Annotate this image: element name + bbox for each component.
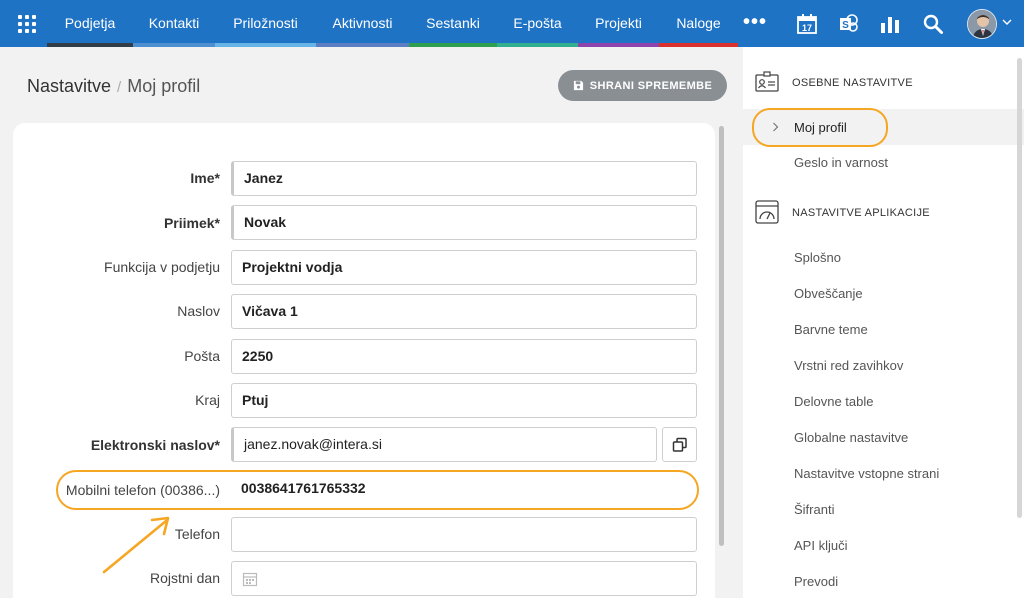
nav-tab-podjetja[interactable]: Podjetja [47, 0, 133, 47]
save-button-label: SHRANI SPREMEMBE [589, 79, 713, 92]
nav-tab-color-bar [409, 43, 497, 47]
breadcrumb-separator: / [117, 79, 122, 96]
sidebar-item-general[interactable]: Splošno [794, 250, 841, 265]
copy-icon [672, 437, 687, 452]
svg-text:S: S [842, 20, 849, 31]
nav-tab-label: Sestanki [426, 15, 480, 31]
nav-tab-priloznosti[interactable]: Priložnosti [215, 0, 316, 47]
nav-tab-label: Podjetja [64, 15, 116, 31]
postal-code-input[interactable]: 2250 [231, 339, 697, 374]
address-label: Naslov [177, 303, 220, 319]
more-tabs-button[interactable]: ••• [738, 0, 772, 47]
email-label: Elektronski naslov* [90, 437, 220, 453]
save-changes-button[interactable]: SHRANI SPREMEMBE [558, 70, 727, 101]
sidebar-item-code-lists[interactable]: Šifranti [794, 502, 834, 517]
sidebar-scrollbar[interactable] [1017, 58, 1022, 518]
nav-tab-projekti[interactable]: Projekti [578, 0, 659, 47]
nav-tab-label: Kontakti [148, 15, 200, 31]
nav-tab-naloge[interactable]: Naloge [659, 0, 738, 47]
nav-tab-color-bar [133, 43, 215, 47]
calendar-small-icon [242, 572, 258, 587]
sidebar-item-password-security[interactable]: Geslo in varnost [794, 155, 888, 170]
nav-tab-eposta[interactable]: E-pošta [497, 0, 578, 47]
id-card-icon [755, 71, 779, 92]
sidebar-item-dashboards[interactable]: Delovne table [794, 394, 874, 409]
sidebar-item-translations[interactable]: Prevodi [794, 574, 838, 589]
nav-tab-color-bar [578, 43, 659, 47]
form-scrollbar[interactable] [719, 126, 724, 546]
first-name-label: Ime* [190, 170, 220, 186]
my-profile-highlight [752, 108, 888, 147]
nav-tab-label: Projekti [595, 15, 642, 31]
sharepoint-button[interactable]: S [837, 12, 861, 36]
nav-tab-label: Aktivnosti [332, 15, 393, 31]
sidebar-item-color-themes[interactable]: Barvne teme [794, 322, 868, 337]
job-title-label: Funkcija v podjetju [104, 259, 220, 275]
phone-label: Telefon [174, 526, 220, 542]
chevron-down-icon[interactable] [1001, 18, 1013, 26]
annotation-arrow-icon [102, 516, 170, 574]
mobile-phone-highlight [56, 470, 699, 510]
sharepoint-icon: S [840, 14, 858, 32]
sidebar-item-notifications[interactable]: Obveščanje [794, 286, 863, 301]
copy-email-button[interactable] [662, 427, 697, 462]
nav-tab-sestanki[interactable]: Sestanki [409, 0, 497, 47]
apps-grid-icon [18, 14, 36, 33]
nav-tab-color-bar [215, 43, 316, 47]
search-icon [923, 14, 943, 34]
last-name-input[interactable]: Novak [231, 205, 697, 240]
floppy-disk-icon [573, 80, 583, 91]
city-input[interactable]: Ptuj [231, 383, 697, 418]
app-settings-heading: NASTAVITVE APLIKACIJE [792, 207, 930, 219]
calendar-icon: 17 [797, 14, 817, 34]
email-input[interactable]: janez.novak@intera.si [231, 427, 657, 462]
nav-tab-label: Priložnosti [233, 15, 298, 31]
chart-bars-icon [881, 17, 899, 33]
user-photo-icon [968, 10, 996, 38]
calendar-button[interactable]: 17 [795, 12, 819, 36]
dashboard-gauge-icon [755, 200, 779, 224]
breadcrumb: Nastavitve / Moj profil [27, 76, 200, 97]
breadcrumb-current: Moj profil [127, 76, 201, 96]
job-title-input[interactable]: Projektni vodja [231, 250, 697, 285]
phone-input[interactable] [231, 517, 697, 552]
nav-tab-kontakti[interactable]: Kontakti [133, 0, 215, 47]
search-button[interactable] [921, 12, 945, 36]
top-navigation-bar: Podjetja Kontakti Priložnosti Aktivnosti… [0, 0, 1024, 47]
nav-tab-color-bar [47, 43, 133, 47]
sidebar-item-api-keys[interactable]: API ključi [794, 538, 847, 553]
user-avatar[interactable] [967, 9, 997, 39]
apps-grid-button[interactable] [0, 0, 54, 47]
sidebar-item-landing-page-settings[interactable]: Nastavitve vstopne strani [794, 466, 939, 481]
city-label: Kraj [195, 392, 220, 408]
calendar-day-text: 17 [802, 23, 812, 33]
nav-tab-color-bar [659, 43, 738, 47]
nav-tab-color-bar [497, 43, 578, 47]
postal-code-label: Pošta [184, 348, 220, 364]
reports-button[interactable] [878, 12, 902, 36]
nav-tab-label: E-pošta [513, 15, 562, 31]
sidebar-item-tab-order[interactable]: Vrstni red zavihkov [794, 358, 903, 373]
sidebar-item-global-settings[interactable]: Globalne nastavitve [794, 430, 908, 445]
nav-tab-color-bar [316, 43, 409, 47]
nav-tab-label: Naloge [676, 15, 721, 31]
nav-tab-aktivnosti[interactable]: Aktivnosti [316, 0, 409, 47]
breadcrumb-root[interactable]: Nastavitve [27, 76, 111, 96]
personal-settings-heading: OSEBNE NASTAVITVE [792, 77, 913, 89]
last-name-label: Priimek* [163, 215, 220, 231]
address-input[interactable]: Vičava 1 [231, 294, 697, 329]
birthday-input[interactable] [231, 561, 697, 596]
first-name-input[interactable]: Janez [231, 161, 697, 196]
